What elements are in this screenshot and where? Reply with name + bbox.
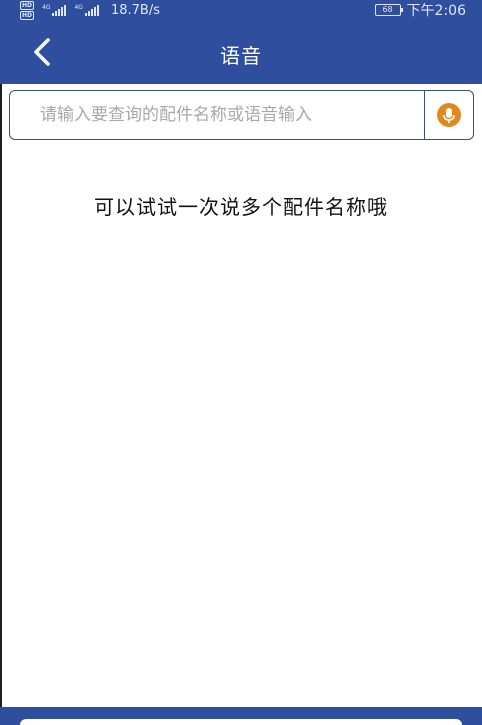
page-title: 语音	[220, 44, 262, 68]
left-edge-divider	[0, 84, 2, 707]
network-speed: 18.7B/s	[110, 2, 160, 18]
search-input[interactable]	[10, 91, 424, 139]
status-right: 68 下午2:06	[374, 1, 466, 19]
hd-indicators: HD HD	[20, 0, 35, 20]
header: 语音	[0, 20, 482, 84]
signal-icon-1: 4G	[42, 4, 67, 16]
battery-icon: 68	[374, 4, 403, 16]
bottom-panel-handle	[20, 719, 462, 725]
signal-icon-2: 4G	[74, 4, 99, 16]
voice-hint-text: 可以试试一次说多个配件名称哦	[94, 195, 388, 219]
voice-search-screen: HD HD 4G 4G 18.7B/s 68 下午2:06 语音 请输入要查询的…	[0, 0, 482, 725]
hd-badge-top: HD	[20, 0, 35, 10]
hd-badge-bottom: HD	[20, 10, 35, 20]
microphone-icon	[437, 103, 461, 127]
network-type-1: 4G	[42, 4, 51, 11]
search-bar	[9, 90, 474, 140]
top-app-bar: HD HD 4G 4G 18.7B/s 68 下午2:06 语音	[0, 0, 482, 84]
status-left: HD HD 4G 4G 18.7B/s	[20, 0, 160, 20]
status-time: 下午2:06	[406, 3, 466, 19]
battery-level: 68	[382, 5, 393, 14]
status-bar: HD HD 4G 4G 18.7B/s 68 下午2:06	[0, 0, 482, 20]
network-type-2: 4G	[74, 4, 83, 11]
bottom-bar	[0, 707, 482, 725]
voice-input-button[interactable]	[425, 91, 473, 139]
